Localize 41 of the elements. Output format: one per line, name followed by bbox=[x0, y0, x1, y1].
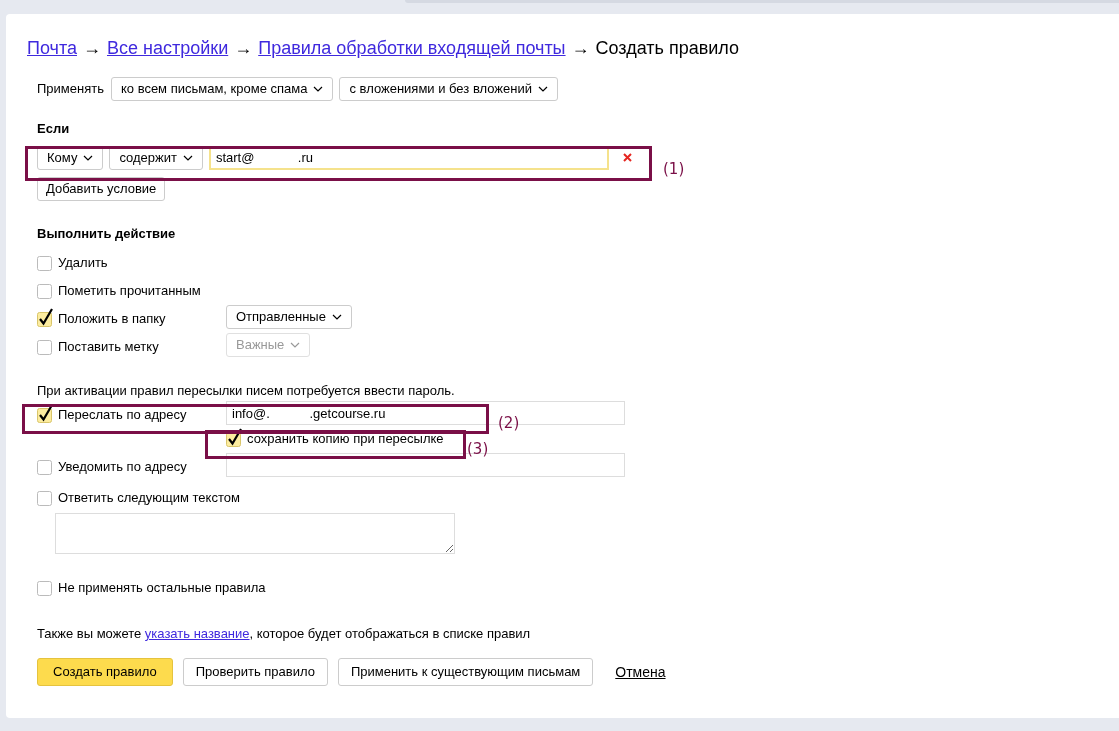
breadcrumb-separator: → bbox=[83, 36, 101, 60]
page-title: Создать правило bbox=[595, 36, 740, 60]
annotation-label: (3) bbox=[467, 439, 489, 460]
action-button[interactable]: Проверить правило bbox=[182, 658, 328, 686]
caret-icon bbox=[182, 154, 193, 161]
checkbox-label: Положить в папку bbox=[58, 309, 166, 328]
reply-text-area[interactable] bbox=[55, 513, 455, 554]
checkbox-label: Уведомить по адресу bbox=[58, 457, 187, 476]
caret-icon bbox=[290, 342, 301, 348]
dropdown[interactable]: ко всем письмам, кроме спама bbox=[110, 77, 334, 101]
checkbox[interactable] bbox=[37, 307, 53, 327]
section-heading: Если bbox=[37, 120, 71, 138]
caret-icon bbox=[313, 86, 324, 92]
action-button[interactable]: Создать правило bbox=[37, 658, 173, 686]
caret-icon bbox=[537, 86, 548, 92]
field-label: Применять bbox=[37, 80, 104, 99]
checkbox-label: Не применять остальные правила bbox=[58, 578, 266, 597]
checkbox-label: Удалить bbox=[58, 253, 108, 272]
annotation-label: (1) bbox=[663, 159, 685, 180]
caret-icon bbox=[331, 314, 342, 320]
dropdown[interactable]: с вложениями и без вложений bbox=[339, 77, 558, 101]
name-link[interactable]: указать название bbox=[144, 626, 250, 641]
close-icon[interactable] bbox=[622, 153, 632, 162]
checkbox-label: сохранить копию при пересылке bbox=[247, 429, 444, 448]
checkbox[interactable] bbox=[226, 427, 242, 447]
checkbox-label: Переслать по адресу bbox=[58, 405, 187, 424]
cancel-link[interactable]: Отмена bbox=[615, 661, 666, 683]
breadcrumb-link[interactable]: Все настройки bbox=[107, 34, 229, 62]
dropdown[interactable]: Отправленные bbox=[226, 305, 352, 329]
breadcrumb-link[interactable]: Правила обработки входящей почты bbox=[258, 34, 566, 62]
breadcrumb-link[interactable]: Почта bbox=[27, 34, 77, 62]
info-text: Также вы можете указать название, которое будет отображаться в списке правил bbox=[37, 625, 532, 642]
breadcrumb-separator: → bbox=[571, 36, 590, 60]
password-note: При активации правил пересылки писем потребуется ввести пароль. bbox=[37, 382, 456, 399]
section-heading: Выполнить действие bbox=[37, 224, 177, 243]
action-button[interactable]: Применить к существующим письмам bbox=[337, 658, 594, 686]
checkbox-label: Ответить следующим текстом bbox=[58, 488, 240, 507]
breadcrumb-separator: → bbox=[234, 36, 253, 60]
checkbox-label: Пометить прочитанным bbox=[58, 281, 201, 300]
checkbox-label: Поставить метку bbox=[58, 337, 159, 356]
caret-icon bbox=[83, 154, 94, 161]
